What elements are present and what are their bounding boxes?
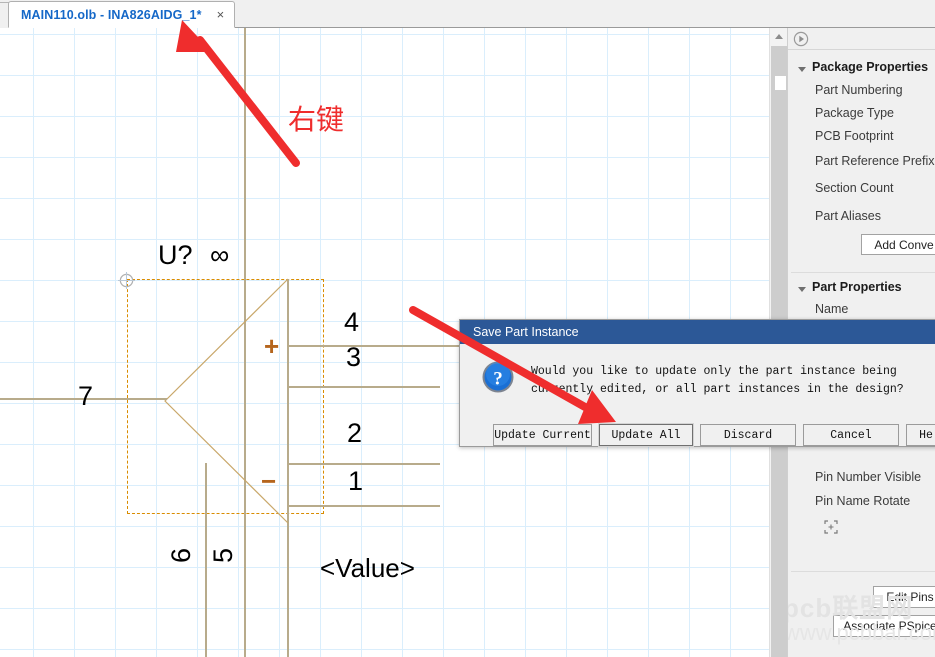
- dialog-button-update-current[interactable]: Update Current: [493, 424, 592, 446]
- watermark-url: www.pcbbar.com: [787, 620, 935, 645]
- prop-row-pcb-footprint[interactable]: PCB Footprint: [815, 129, 894, 143]
- tab-separator: -: [96, 7, 108, 22]
- reference-designator[interactable]: U? ∞: [158, 242, 229, 269]
- scroll-up-arrow-icon[interactable]: [770, 28, 787, 45]
- section-symbol: ∞: [210, 240, 230, 270]
- pin2-wire: [287, 463, 440, 465]
- panel-divider-2: [791, 571, 935, 572]
- svg-text:?: ?: [493, 369, 503, 390]
- dialog-button-update-all[interactable]: Update All: [598, 423, 694, 447]
- annotation-right-click-note: 右键: [288, 104, 345, 135]
- inverting-input-marker: −: [261, 466, 277, 496]
- pin4-wire: [287, 345, 469, 347]
- chevron-down-icon-package[interactable]: [798, 67, 806, 72]
- prop-row-part-aliases[interactable]: Part Aliases: [815, 209, 881, 223]
- save-part-instance-dialog[interactable]: Save Part Instance ? Would you like to u…: [459, 319, 935, 447]
- prop-row-name[interactable]: Name: [815, 302, 848, 316]
- ref-text: U?: [158, 240, 193, 270]
- noninverting-input-marker: +: [264, 331, 280, 361]
- prop-row-section-count[interactable]: Section Count: [815, 181, 894, 195]
- pin-number-4[interactable]: 4: [344, 309, 359, 336]
- app-root: MAIN110.olb - INA826AIDG_1* × U? ∞ <Valu…: [0, 0, 935, 657]
- value-label[interactable]: <Value>: [320, 555, 415, 581]
- origin-crosshair-icon: [118, 272, 135, 289]
- tab-main110-olb[interactable]: MAIN110.olb - INA826AIDG_1* ×: [8, 1, 235, 28]
- watermark-chinese-text: 联盟网: [832, 593, 914, 623]
- dialog-title-bar[interactable]: Save Part Instance: [460, 320, 935, 344]
- prop-row-pin-number-visible[interactable]: Pin Number Visible: [815, 470, 921, 484]
- crop-marks-icon[interactable]: [824, 520, 838, 534]
- group-title-package-properties[interactable]: Package Properties: [812, 60, 928, 74]
- tab-file-name: MAIN110.olb: [21, 7, 97, 22]
- pin1-wire: [287, 505, 440, 507]
- tab-bar: MAIN110.olb - INA826AIDG_1* ×: [0, 0, 935, 29]
- dialog-message: Would you like to update only the part i…: [531, 363, 931, 399]
- dialog-title-text: Save Part Instance: [473, 325, 579, 339]
- pin-number-6[interactable]: 6: [166, 548, 196, 563]
- panel-toolbar: [788, 28, 935, 50]
- amplifier-triangle: [164, 278, 289, 524]
- dialog-message-line1: Would you like to update only the part i…: [531, 365, 897, 378]
- group-title-part-properties[interactable]: Part Properties: [812, 280, 902, 294]
- pin-number-7[interactable]: 7: [78, 383, 93, 410]
- prop-row-package-type[interactable]: Package Type: [815, 106, 894, 120]
- pin3-wire: [287, 386, 440, 388]
- pin-number-1[interactable]: 1: [348, 468, 363, 495]
- pin-number-2[interactable]: 2: [347, 420, 362, 447]
- tab-title: MAIN110.olb - INA826AIDG_1*: [21, 8, 202, 22]
- scrollbar-thumb[interactable]: [775, 76, 786, 90]
- dialog-message-line2: currently edited, or all part instances …: [531, 382, 904, 396]
- add-convert-button[interactable]: Add Conve: [861, 234, 935, 255]
- dialog-button-discard[interactable]: Discard: [700, 424, 796, 446]
- tab-part-name: INA826AIDG_1*: [107, 7, 202, 22]
- watermark-prefix: pcb: [787, 593, 833, 623]
- prop-row-part-reference-prefix[interactable]: Part Reference Prefix: [815, 154, 935, 168]
- pin-number-3[interactable]: 3: [346, 344, 361, 371]
- dialog-button-cancel[interactable]: Cancel: [803, 424, 899, 446]
- prop-row-part-numbering[interactable]: Part Numbering: [815, 83, 903, 97]
- dialog-button-he[interactable]: He: [906, 424, 935, 446]
- panel-divider-1: [791, 272, 935, 273]
- prop-row-pin-name-rotate[interactable]: Pin Name Rotate: [815, 494, 910, 508]
- play-circle-icon[interactable]: [793, 31, 809, 47]
- pin-number-5[interactable]: 5: [208, 548, 238, 563]
- question-icon: ?: [482, 361, 514, 393]
- chevron-down-icon-part[interactable]: [798, 287, 806, 292]
- close-icon[interactable]: ×: [214, 8, 228, 21]
